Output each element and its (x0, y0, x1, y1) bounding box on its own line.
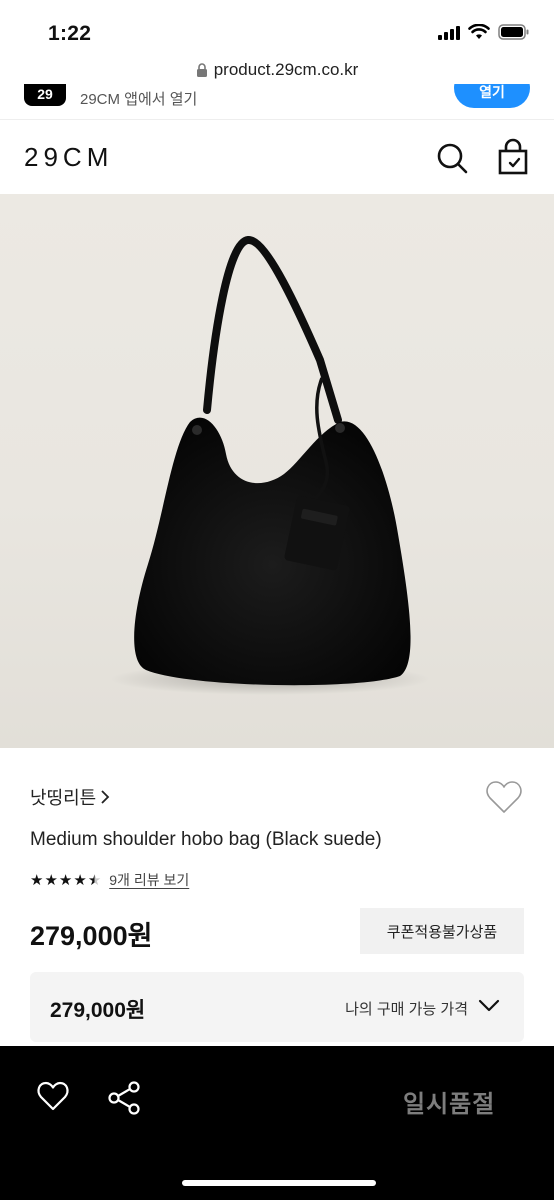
bottom-action-bar: 일시품절 (0, 1046, 554, 1200)
product-image[interactable] (0, 194, 554, 748)
heart-icon[interactable] (484, 778, 524, 818)
my-price-value: 279,000원 (50, 999, 146, 1022)
signal-icon (438, 25, 460, 40)
chevron-down-icon[interactable] (478, 998, 500, 1014)
app-banner[interactable]: 29 29CM 앱에서 열기 열기 (0, 84, 554, 120)
rating-row: ★ ★ ★ ★ ★ 9개 리뷰 보기 (30, 870, 189, 890)
open-app-button[interactable]: 열기 (454, 84, 530, 108)
star-icon: ★ (44, 871, 58, 889)
share-icon[interactable] (106, 1080, 142, 1116)
star-icon: ★ (73, 871, 87, 889)
review-link[interactable]: 9개 리뷰 보기 (109, 870, 189, 890)
shopping-bag-icon[interactable] (496, 138, 530, 176)
site-header: 29CM (0, 120, 554, 194)
brand-name: 낫띵리튼 (30, 788, 97, 808)
status-icons (438, 24, 530, 40)
chevron-right-icon (101, 790, 110, 804)
home-indicator (182, 1180, 376, 1186)
url-bar[interactable]: product.29cm.co.kr (0, 56, 554, 84)
app-banner-logo: 29 (24, 84, 66, 106)
wifi-icon (468, 24, 490, 39)
app-banner-text: 29CM 앱에서 열기 (80, 91, 198, 108)
half-star-icon: ★ (87, 871, 102, 889)
star-icon: ★ (58, 871, 73, 889)
product-price: 279,000원 (30, 921, 153, 951)
star-icon: ★ (30, 871, 44, 889)
my-price-label: 나의 구매 가능 가격 (345, 1001, 468, 1018)
star-rating: ★ ★ ★ ★ ★ (30, 873, 101, 888)
status-bar: 1:22 (0, 0, 554, 60)
heart-icon[interactable] (36, 1080, 70, 1114)
url-text: product.29cm.co.kr (213, 60, 359, 79)
battery-icon (498, 24, 529, 40)
coupon-badge: 쿠폰적용불가상품 (360, 908, 524, 954)
site-logo[interactable]: 29CM (24, 142, 113, 173)
brand-link[interactable]: 낫띵리튼 (30, 784, 110, 810)
my-price-box[interactable]: 279,000원 나의 구매 가능 가격 (30, 972, 524, 1042)
status-time: 1:22 (48, 22, 92, 45)
hobo-bag-photo (110, 236, 430, 695)
soldout-button[interactable]: 일시품절 (403, 1084, 495, 1119)
lock-icon (196, 62, 207, 77)
product-name: Medium shoulder hobo bag (Black suede) (30, 829, 382, 850)
search-icon[interactable] (434, 140, 470, 176)
